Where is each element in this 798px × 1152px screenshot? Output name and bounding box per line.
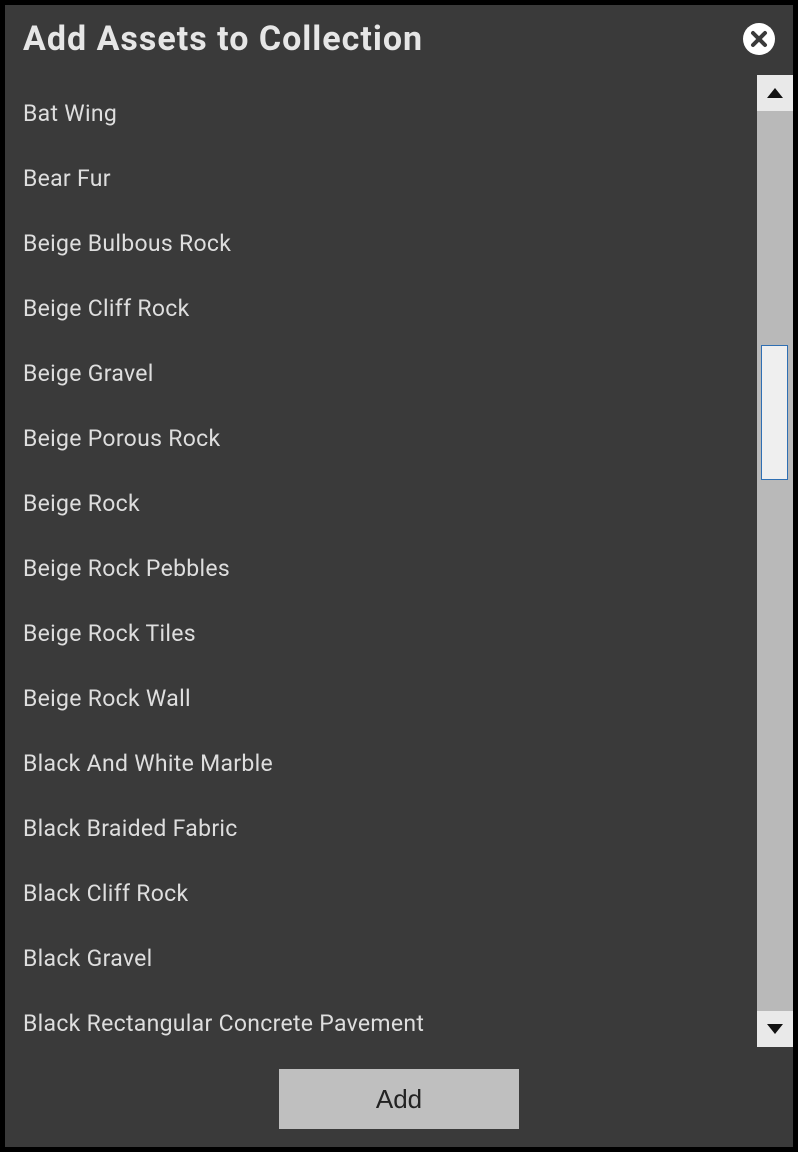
add-assets-dialog: Add Assets to Collection Bat Wing Bear F… [5,5,793,1147]
chevron-down-icon [767,1024,783,1034]
close-button[interactable] [743,23,775,55]
list-item[interactable]: Bat Wing [23,81,747,146]
dialog-footer: Add [5,1055,793,1147]
dialog-title: Add Assets to Collection [23,19,423,59]
list-item[interactable]: Black And White Marble [23,731,747,796]
list-item[interactable]: Beige Cliff Rock [23,276,747,341]
add-button[interactable]: Add [279,1069,519,1129]
list-item[interactable]: Bear Fur [23,146,747,211]
list-item[interactable]: Beige Rock [23,471,747,536]
scroll-down-button[interactable] [757,1011,793,1047]
asset-list[interactable]: Bat Wing Bear Fur Beige Bulbous Rock Bei… [23,67,757,1055]
chevron-up-icon [767,88,783,98]
list-item[interactable]: Beige Gravel [23,341,747,406]
list-item[interactable]: Black Braided Fabric [23,796,747,861]
list-item[interactable]: Black Rectangular Concrete Pavement [23,991,747,1055]
list-item[interactable]: Beige Porous Rock [23,406,747,471]
list-item[interactable]: Beige Rock Pebbles [23,536,747,601]
list-item[interactable]: Beige Rock Tiles [23,601,747,666]
dialog-body: Bat Wing Bear Fur Beige Bulbous Rock Bei… [5,67,793,1055]
list-item[interactable]: Beige Bulbous Rock [23,211,747,276]
scroll-up-button[interactable] [757,75,793,111]
list-item[interactable]: Black Cliff Rock [23,861,747,926]
list-item[interactable]: Black Gravel [23,926,747,991]
list-item[interactable]: Beige Rock Wall [23,666,747,731]
close-icon [750,30,768,48]
scrollbar-thumb[interactable] [761,345,788,480]
scrollbar-track[interactable] [757,111,793,1011]
dialog-header: Add Assets to Collection [5,5,793,67]
scrollbar[interactable] [757,75,793,1047]
